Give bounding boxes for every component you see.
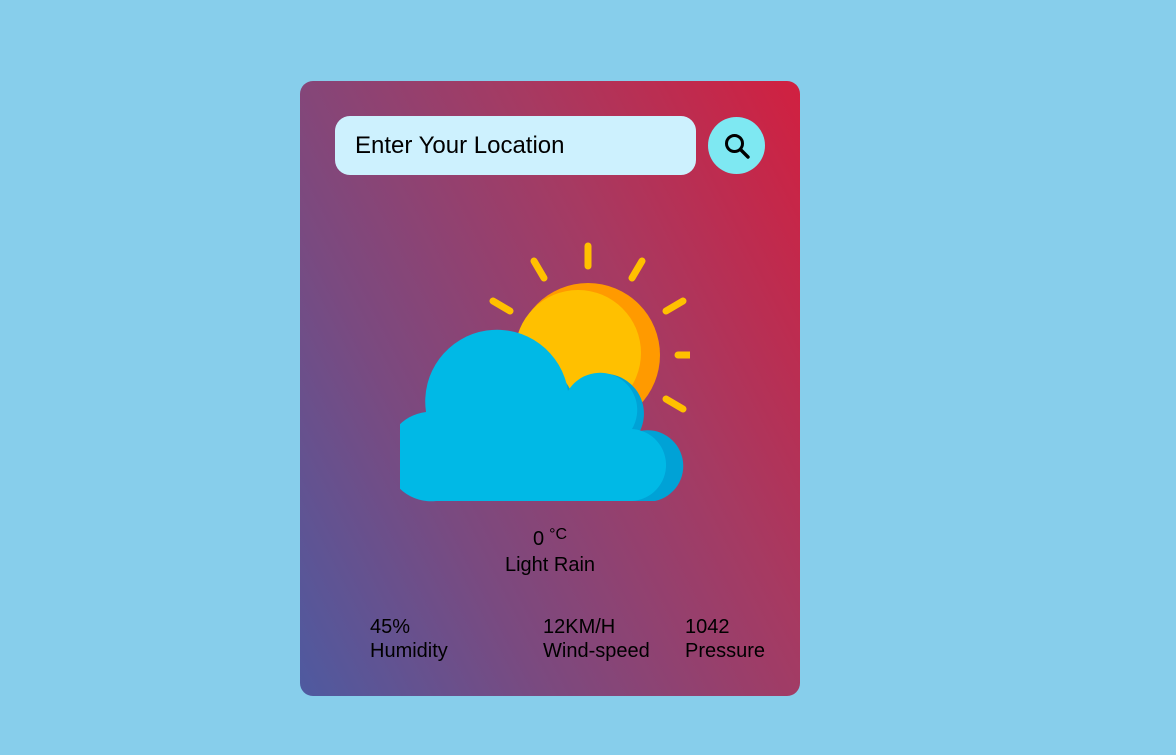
- weather-condition: Light Rain: [504, 554, 596, 576]
- pressure-stat: 1042 Pressure: [685, 615, 765, 663]
- search-icon: [724, 133, 750, 159]
- humidity-label: Humidity: [370, 640, 448, 662]
- temperature-value: 0: [532, 528, 545, 550]
- temperature-unit: °C: [549, 526, 568, 543]
- wind-speed-stat: 12KM/H Wind-speed: [543, 615, 650, 663]
- temperature-display: 0 °C: [300, 526, 800, 551]
- pressure-label: Pressure: [685, 640, 766, 662]
- partly-cloudy-icon: [400, 242, 690, 502]
- humidity-value: 45%: [370, 616, 411, 638]
- search-button[interactable]: [708, 117, 765, 174]
- weather-card: 0°C Light Rain 45% Humidity 12KM/H Wind-…: [300, 81, 800, 696]
- wind-speed-label: Wind-speed: [543, 640, 650, 662]
- pressure-value: 1042: [685, 616, 730, 638]
- location-search-input[interactable]: [335, 116, 696, 175]
- wind-speed-value: 12KM/H: [543, 616, 616, 638]
- humidity-stat: 45% Humidity: [370, 615, 448, 663]
